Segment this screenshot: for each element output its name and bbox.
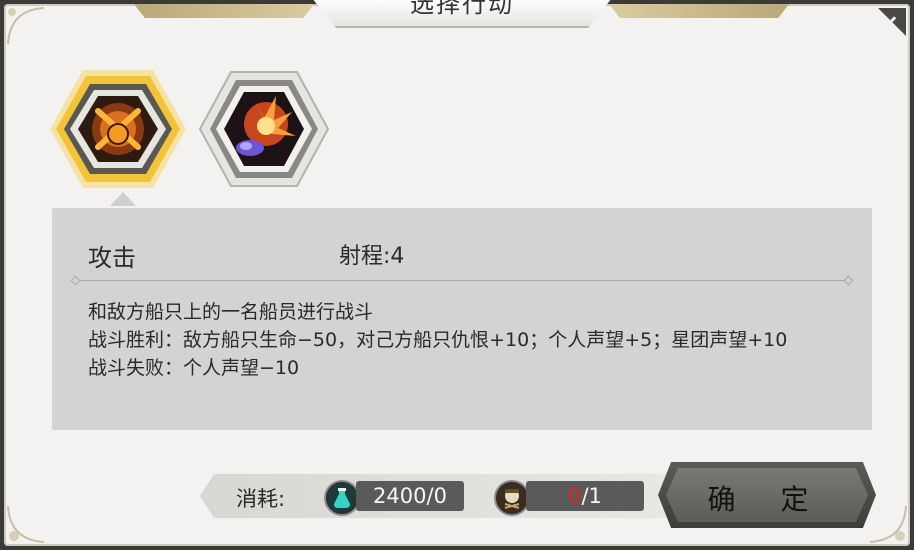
effect-line: 战斗失败：个人声望−10 [88, 357, 300, 379]
explosion-icon [198, 71, 330, 187]
corner-ornament-bottom-left [7, 505, 45, 543]
confirm-button[interactable]: 确 定 [658, 462, 876, 528]
divider [76, 280, 848, 281]
action-effects: 和敌方船只上的一名船员进行战斗 战斗胜利：敌方船只生命−50，对己方船只仇恨+1… [88, 298, 838, 382]
crossed-pistols-icon [50, 70, 186, 188]
corner-ornament-top-left [7, 7, 45, 45]
selection-pointer [110, 192, 136, 206]
title-plate: 选择行动 [312, 0, 612, 28]
cost-label: 消耗: [236, 487, 286, 511]
action-attack-button[interactable] [48, 66, 188, 196]
confirm-label: 确 定 [707, 483, 827, 516]
close-button[interactable]: ✕ [874, 8, 906, 44]
action-name: 攻击 [88, 244, 136, 272]
effect-line: 战斗胜利：敌方船只生命−50，对己方船只仇恨+10；个人声望+5；星团声望+10 [88, 329, 788, 351]
resource-value-1: 2400/0 [356, 481, 464, 511]
action-range: 射程:4 [339, 244, 405, 269]
action-description-panel: 攻击 射程:4 和敌方船只上的一名船员进行战斗 战斗胜利：敌方船只生命−50，对… [52, 208, 872, 430]
action-explosion-button[interactable] [198, 66, 330, 196]
cost-bar: 消耗: 2400/0 0/1 [200, 474, 668, 518]
resource-current: 0 [568, 484, 582, 508]
effect-line: 和敌方船只上的一名船员进行战斗 [88, 301, 374, 323]
close-icon: ✕ [874, 9, 900, 44]
action-dialog: 选择行动 ✕ 攻击 射程:4 和敌方船只上的一名船员进行战斗 战斗胜利：敌方船只… [4, 0, 910, 546]
potion-flask-icon [324, 480, 360, 516]
title-ornament-right [609, 4, 789, 18]
resource-total: /1 [581, 484, 602, 508]
resource-value-2: 0/1 [526, 481, 644, 511]
title-ornament-left [134, 4, 314, 18]
dialog-title: 选择行动 [410, 0, 514, 18]
pirate-token-icon [494, 480, 530, 516]
